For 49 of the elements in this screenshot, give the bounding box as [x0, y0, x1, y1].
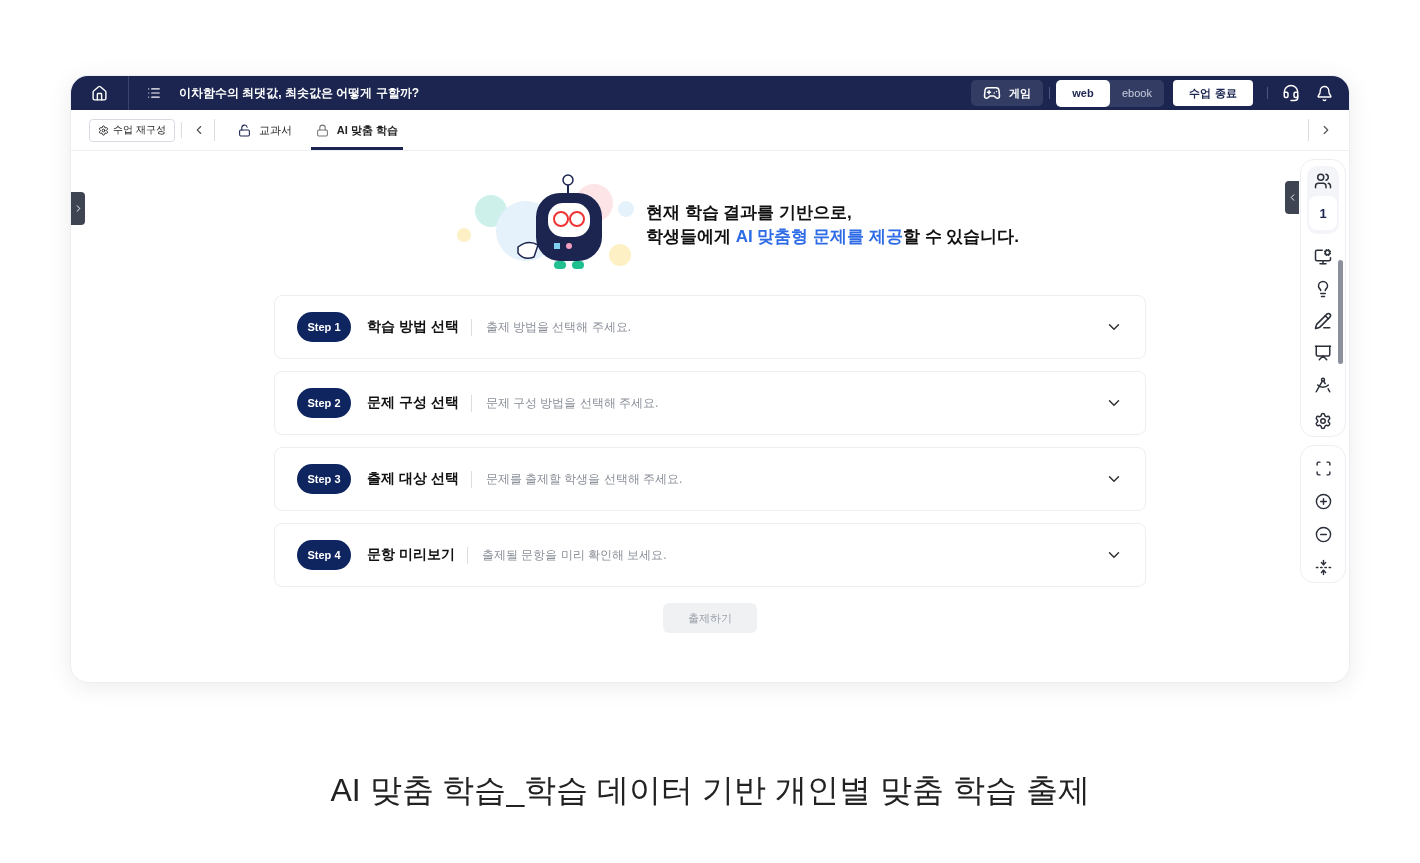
lesson-title: 이차함수의 최댓값, 최솟값은 어떻게 구할까? [179, 84, 419, 102]
step-title: 문항 미리보기 [367, 546, 455, 564]
scrollbar[interactable] [1338, 260, 1343, 364]
step-badge: Step 4 [297, 540, 351, 570]
step-badge: Step 1 [297, 312, 351, 342]
step-title: 학습 방법 선택 [367, 318, 459, 336]
step-card[interactable]: Step 2 문제 구성 선택 문제 구성 방법을 선택해 주세요. [274, 371, 1146, 435]
view-option[interactable]: web [1056, 79, 1110, 107]
zoom-out-icon[interactable] [1314, 526, 1332, 543]
board-icon[interactable] [1314, 344, 1332, 362]
step-hint: 문제를 출제할 학생을 선택해 주세요. [470, 470, 683, 488]
step-hint: 문제 구성 방법을 선택해 주세요. [470, 394, 659, 412]
gear-icon [98, 124, 109, 136]
monitor-icon[interactable] [1314, 248, 1332, 266]
step-title: 출제 대상 선택 [367, 470, 459, 488]
step-badge: Step 2 [297, 388, 351, 418]
gamepad-icon [983, 84, 1001, 102]
settings-icon[interactable] [1314, 412, 1332, 430]
step-card[interactable]: Step 1 학습 방법 선택 출제 방법을 선택해 주세요. [274, 295, 1146, 359]
unlocked-icon [237, 123, 251, 137]
lock-icon [315, 123, 329, 137]
users-icon [1314, 172, 1332, 190]
headset-icon[interactable] [1282, 84, 1300, 102]
student-count: 1 [1309, 196, 1337, 230]
step-badge: Step 3 [297, 464, 351, 494]
caption: AI 맞춤 학습_학습 데이터 기반 개인별 맞춤 학습 출제 [330, 771, 1090, 810]
menu-icon[interactable] [147, 86, 161, 100]
reconfigure-button[interactable]: 수업 재구성 [89, 118, 175, 142]
zoom-in-icon[interactable] [1314, 493, 1332, 510]
intro-text: 현재 학습 결과를 기반으로, 학생들에게 AI 맞춤형 문제를 제공할 수 있습니다. [645, 202, 1020, 248]
end-class-button[interactable]: 수업 종료 [1173, 80, 1253, 106]
step-hint: 출제 방법을 선택해 주세요. [470, 318, 632, 336]
view-option[interactable]: ebook [1110, 79, 1164, 107]
collapse-rail-button[interactable] [1285, 181, 1299, 214]
game-button[interactable]: 게임 [971, 80, 1043, 106]
tab[interactable]: 교과서 [232, 110, 297, 150]
step-title: 문제 구성 선택 [367, 394, 459, 412]
home-icon [91, 84, 108, 102]
fullscreen-icon[interactable] [1314, 460, 1332, 477]
step-card[interactable]: Step 3 출제 대상 선택 문제를 출제할 학생을 선택해 주세요. [274, 447, 1146, 511]
tab[interactable]: AI 맞춤 학습 [310, 110, 403, 150]
fit-height-icon[interactable] [1314, 559, 1332, 576]
expand-left-button[interactable] [71, 192, 85, 225]
compass-icon[interactable] [1314, 376, 1332, 394]
step-card[interactable]: Step 4 문항 미리보기 출제될 문항을 미리 확인해 보세요. [274, 523, 1146, 587]
student-panel[interactable]: 1 [1307, 166, 1339, 234]
pencil-icon[interactable] [1314, 312, 1332, 330]
step-hint: 출제될 문항을 미리 확인해 보세요. [466, 546, 667, 564]
bell-icon[interactable] [1316, 84, 1333, 102]
